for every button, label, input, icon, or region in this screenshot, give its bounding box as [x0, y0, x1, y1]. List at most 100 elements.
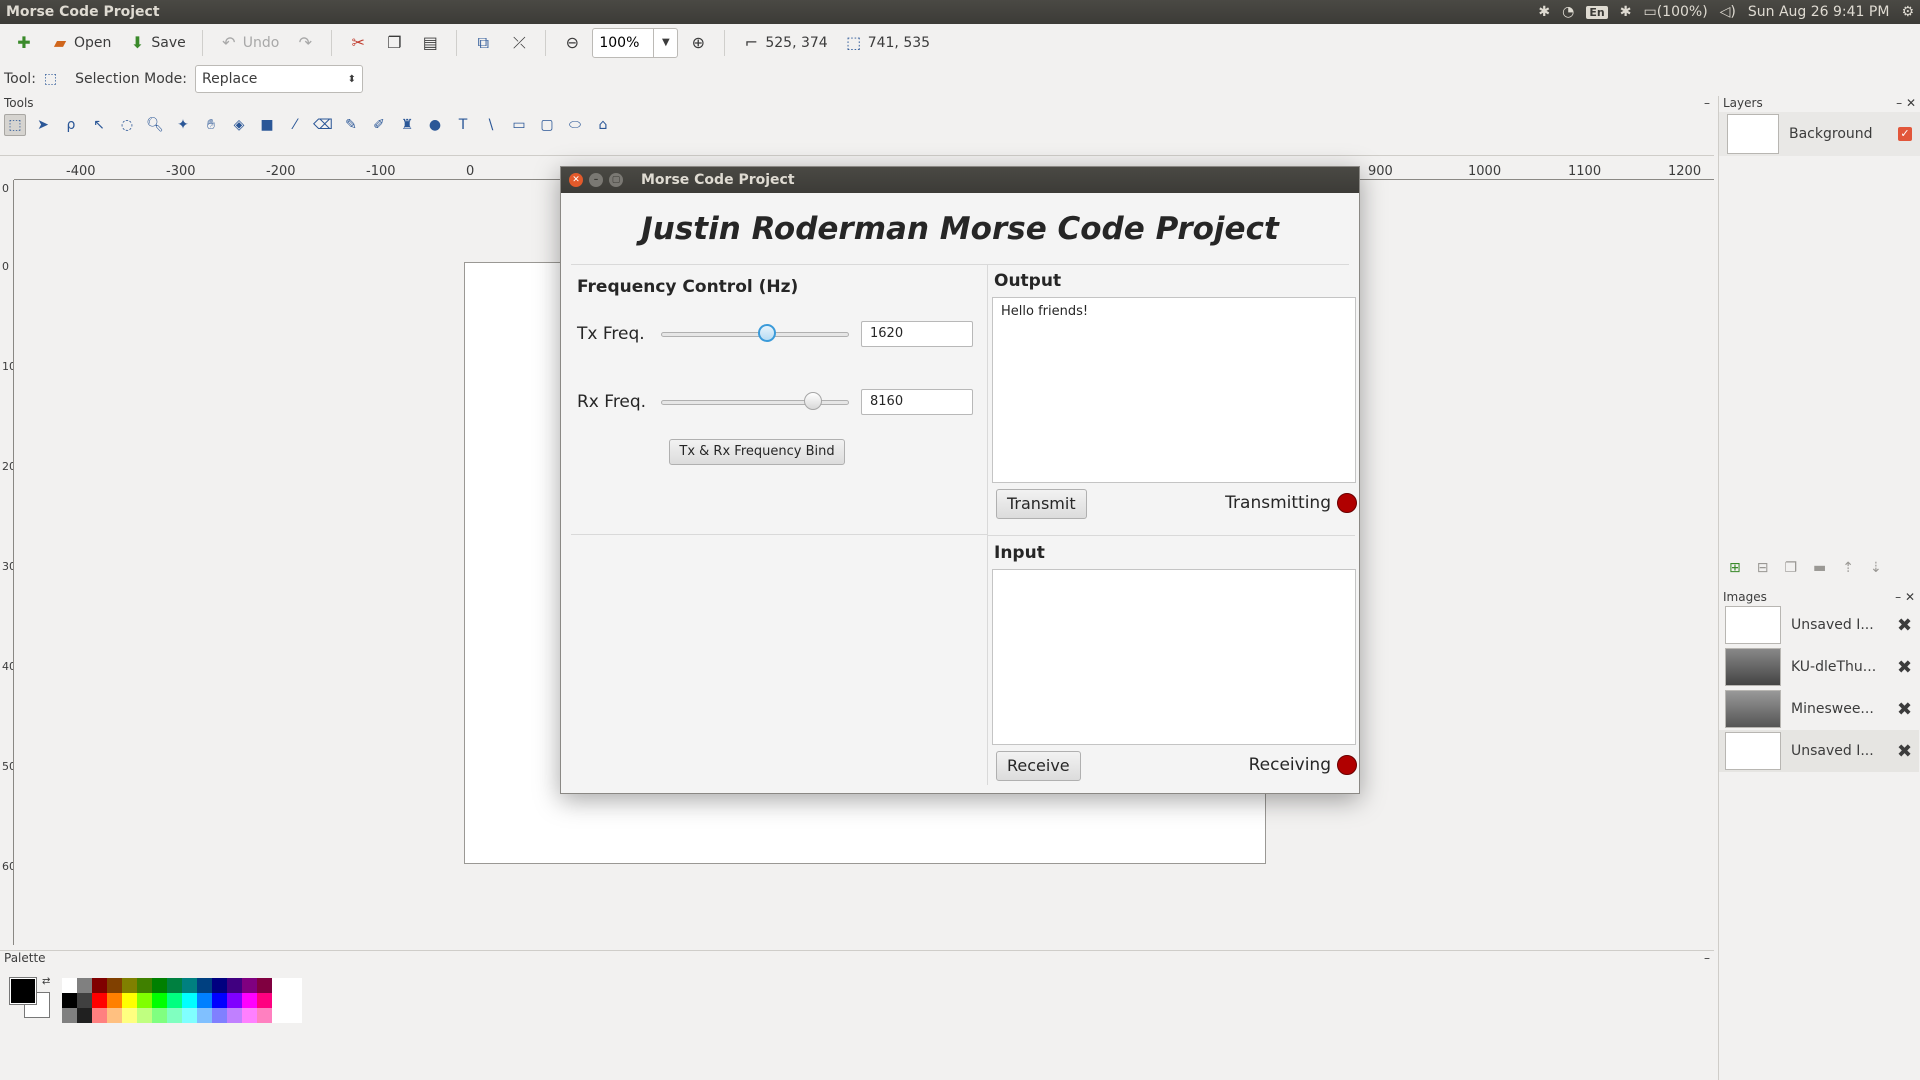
open-button[interactable]: ▰ Open — [44, 28, 117, 58]
layer-row[interactable]: Background ✓ — [1719, 112, 1920, 156]
palette-swatch[interactable] — [272, 993, 287, 1008]
palette-swatch[interactable] — [212, 993, 227, 1008]
palette-swatch[interactable] — [227, 993, 242, 1008]
palette-swatch[interactable] — [182, 1008, 197, 1023]
keyboard-language-indicator[interactable]: En — [1586, 5, 1608, 19]
palette-swatch[interactable] — [62, 993, 77, 1008]
slider-thumb[interactable] — [757, 324, 776, 342]
bluetooth-status-icon[interactable]: ✱ — [1620, 4, 1632, 20]
palette-swatch[interactable] — [242, 978, 257, 993]
palette-swatches[interactable] — [62, 978, 302, 1023]
palette-swatch[interactable] — [182, 978, 197, 993]
palette-swatch[interactable] — [107, 1008, 122, 1023]
palette-swatch[interactable] — [182, 993, 197, 1008]
new-button[interactable]: ✚ — [8, 28, 40, 58]
lasso-select-tool[interactable]: ρ — [60, 114, 82, 136]
selection-mode-dropdown[interactable]: Replace ⬍ — [195, 65, 363, 93]
merge-layer-icon[interactable]: ▬ — [1813, 560, 1826, 576]
palette-swatch[interactable] — [137, 993, 152, 1008]
palette-swatch[interactable] — [287, 978, 302, 993]
move-layer-up-icon[interactable]: ⇡ — [1842, 560, 1854, 576]
palette-swatch[interactable] — [77, 978, 92, 993]
tx-frequency-field[interactable]: 1620 — [861, 321, 973, 347]
rectangle-select-tool[interactable]: ⬚ — [4, 114, 26, 136]
move-selected-tool[interactable]: ➤ — [32, 114, 54, 136]
add-layer-icon[interactable]: ⊞ — [1729, 560, 1741, 576]
ellipse-tool[interactable]: ⬭ — [564, 114, 586, 136]
close-image-icon[interactable]: ✖ — [1897, 615, 1919, 636]
transmit-button[interactable]: Transmit — [996, 489, 1087, 519]
magic-wand-tool[interactable]: ✦ — [172, 114, 194, 136]
primary-color-swatch[interactable] — [9, 977, 37, 1005]
pan-tool[interactable]: ✋︎ — [200, 114, 222, 136]
palette-swatch[interactable] — [77, 1008, 92, 1023]
image-tab-row[interactable]: KU-dleThu... ✖ — [1719, 646, 1919, 688]
paintbrush-tool[interactable]: ⁄ — [284, 114, 306, 136]
palette-swatch[interactable] — [287, 993, 302, 1008]
deselect-button[interactable]: ⤫ — [503, 28, 535, 58]
layer-visibility-checkbox[interactable]: ✓ — [1898, 127, 1912, 141]
primary-secondary-colors[interactable]: ⇄ — [6, 976, 54, 1024]
slider-thumb[interactable] — [803, 392, 822, 410]
ellipse-select-tool[interactable]: ◌ — [116, 114, 138, 136]
palette-swatch[interactable] — [77, 993, 92, 1008]
line-curve-tool[interactable]: \ — [480, 114, 502, 136]
input-textarea[interactable] — [992, 569, 1356, 745]
clone-stamp-tool[interactable]: ♜ — [396, 114, 418, 136]
palette-swatch[interactable] — [137, 978, 152, 993]
palette-swatch[interactable] — [257, 993, 272, 1008]
rx-frequency-field[interactable]: 8160 — [861, 389, 973, 415]
paint-bucket-tool[interactable]: ◈ — [228, 114, 250, 136]
eraser-tool[interactable]: ⌫ — [312, 114, 334, 136]
palette-swatch[interactable] — [242, 993, 257, 1008]
zoom-out-button[interactable]: ⊖ — [556, 28, 588, 58]
palette-swatch[interactable] — [212, 978, 227, 993]
palette-swatch[interactable] — [212, 1008, 227, 1023]
undo-button[interactable]: ↶ Undo — [213, 28, 286, 58]
zoom-in-button[interactable]: ⊕ — [682, 28, 714, 58]
palette-swatch[interactable] — [92, 993, 107, 1008]
palette-swatch[interactable] — [167, 1008, 182, 1023]
minimize-close-icons[interactable]: – ✕ — [1896, 96, 1916, 110]
palette-swatch[interactable] — [152, 978, 167, 993]
rx-frequency-slider[interactable] — [661, 392, 849, 410]
palette-swatch[interactable] — [227, 1008, 242, 1023]
cut-button[interactable]: ✂ — [342, 28, 374, 58]
palette-swatch[interactable] — [197, 993, 212, 1008]
palette-swatch[interactable] — [167, 993, 182, 1008]
palette-swatch[interactable] — [257, 978, 272, 993]
minimize-window-icon[interactable]: – — [589, 173, 603, 187]
minimize-icon[interactable]: – — [1704, 951, 1710, 965]
palette-swatch[interactable] — [257, 1008, 272, 1023]
redo-button[interactable]: ↷ — [289, 28, 321, 58]
wifi-icon[interactable]: ◔ — [1562, 4, 1574, 20]
battery-indicator[interactable]: ▭(100%) — [1643, 4, 1707, 20]
image-tab-row[interactable]: Minesweе... ✖ — [1719, 688, 1919, 730]
palette-swatch[interactable] — [122, 993, 137, 1008]
save-button[interactable]: ⬇ Save — [121, 28, 191, 58]
palette-swatch[interactable] — [92, 978, 107, 993]
swap-colors-icon[interactable]: ⇄ — [42, 976, 50, 987]
palette-swatch[interactable] — [167, 978, 182, 993]
palette-swatch[interactable] — [272, 1008, 287, 1023]
zoom-tool[interactable]: 🔍︎ — [144, 114, 166, 136]
palette-swatch[interactable] — [197, 978, 212, 993]
maximize-window-icon[interactable]: ▢ — [609, 173, 623, 187]
duplicate-layer-icon[interactable]: ❐ — [1784, 560, 1797, 576]
minimize-close-icons[interactable]: – ✕ — [1895, 590, 1915, 604]
paste-button[interactable]: ▤ — [414, 28, 446, 58]
image-tab-row[interactable]: Unsaved I... ✖ — [1719, 730, 1919, 772]
receive-button[interactable]: Receive — [996, 751, 1081, 781]
zoom-input[interactable] — [593, 30, 654, 56]
pencil-tool[interactable]: ✎ — [340, 114, 362, 136]
close-image-icon[interactable]: ✖ — [1897, 657, 1919, 678]
text-tool[interactable]: T — [452, 114, 474, 136]
volume-icon[interactable]: ◁) — [1720, 4, 1736, 20]
rectangle-tool[interactable]: ▭ — [508, 114, 530, 136]
settings-gear-icon[interactable]: ⚙ — [1901, 4, 1914, 20]
palette-swatch[interactable] — [92, 1008, 107, 1023]
palette-swatch[interactable] — [137, 1008, 152, 1023]
gradient-tool[interactable]: ■ — [256, 114, 278, 136]
palette-swatch[interactable] — [107, 993, 122, 1008]
frequency-bind-button[interactable]: Tx & Rx Frequency Bind — [669, 439, 845, 465]
